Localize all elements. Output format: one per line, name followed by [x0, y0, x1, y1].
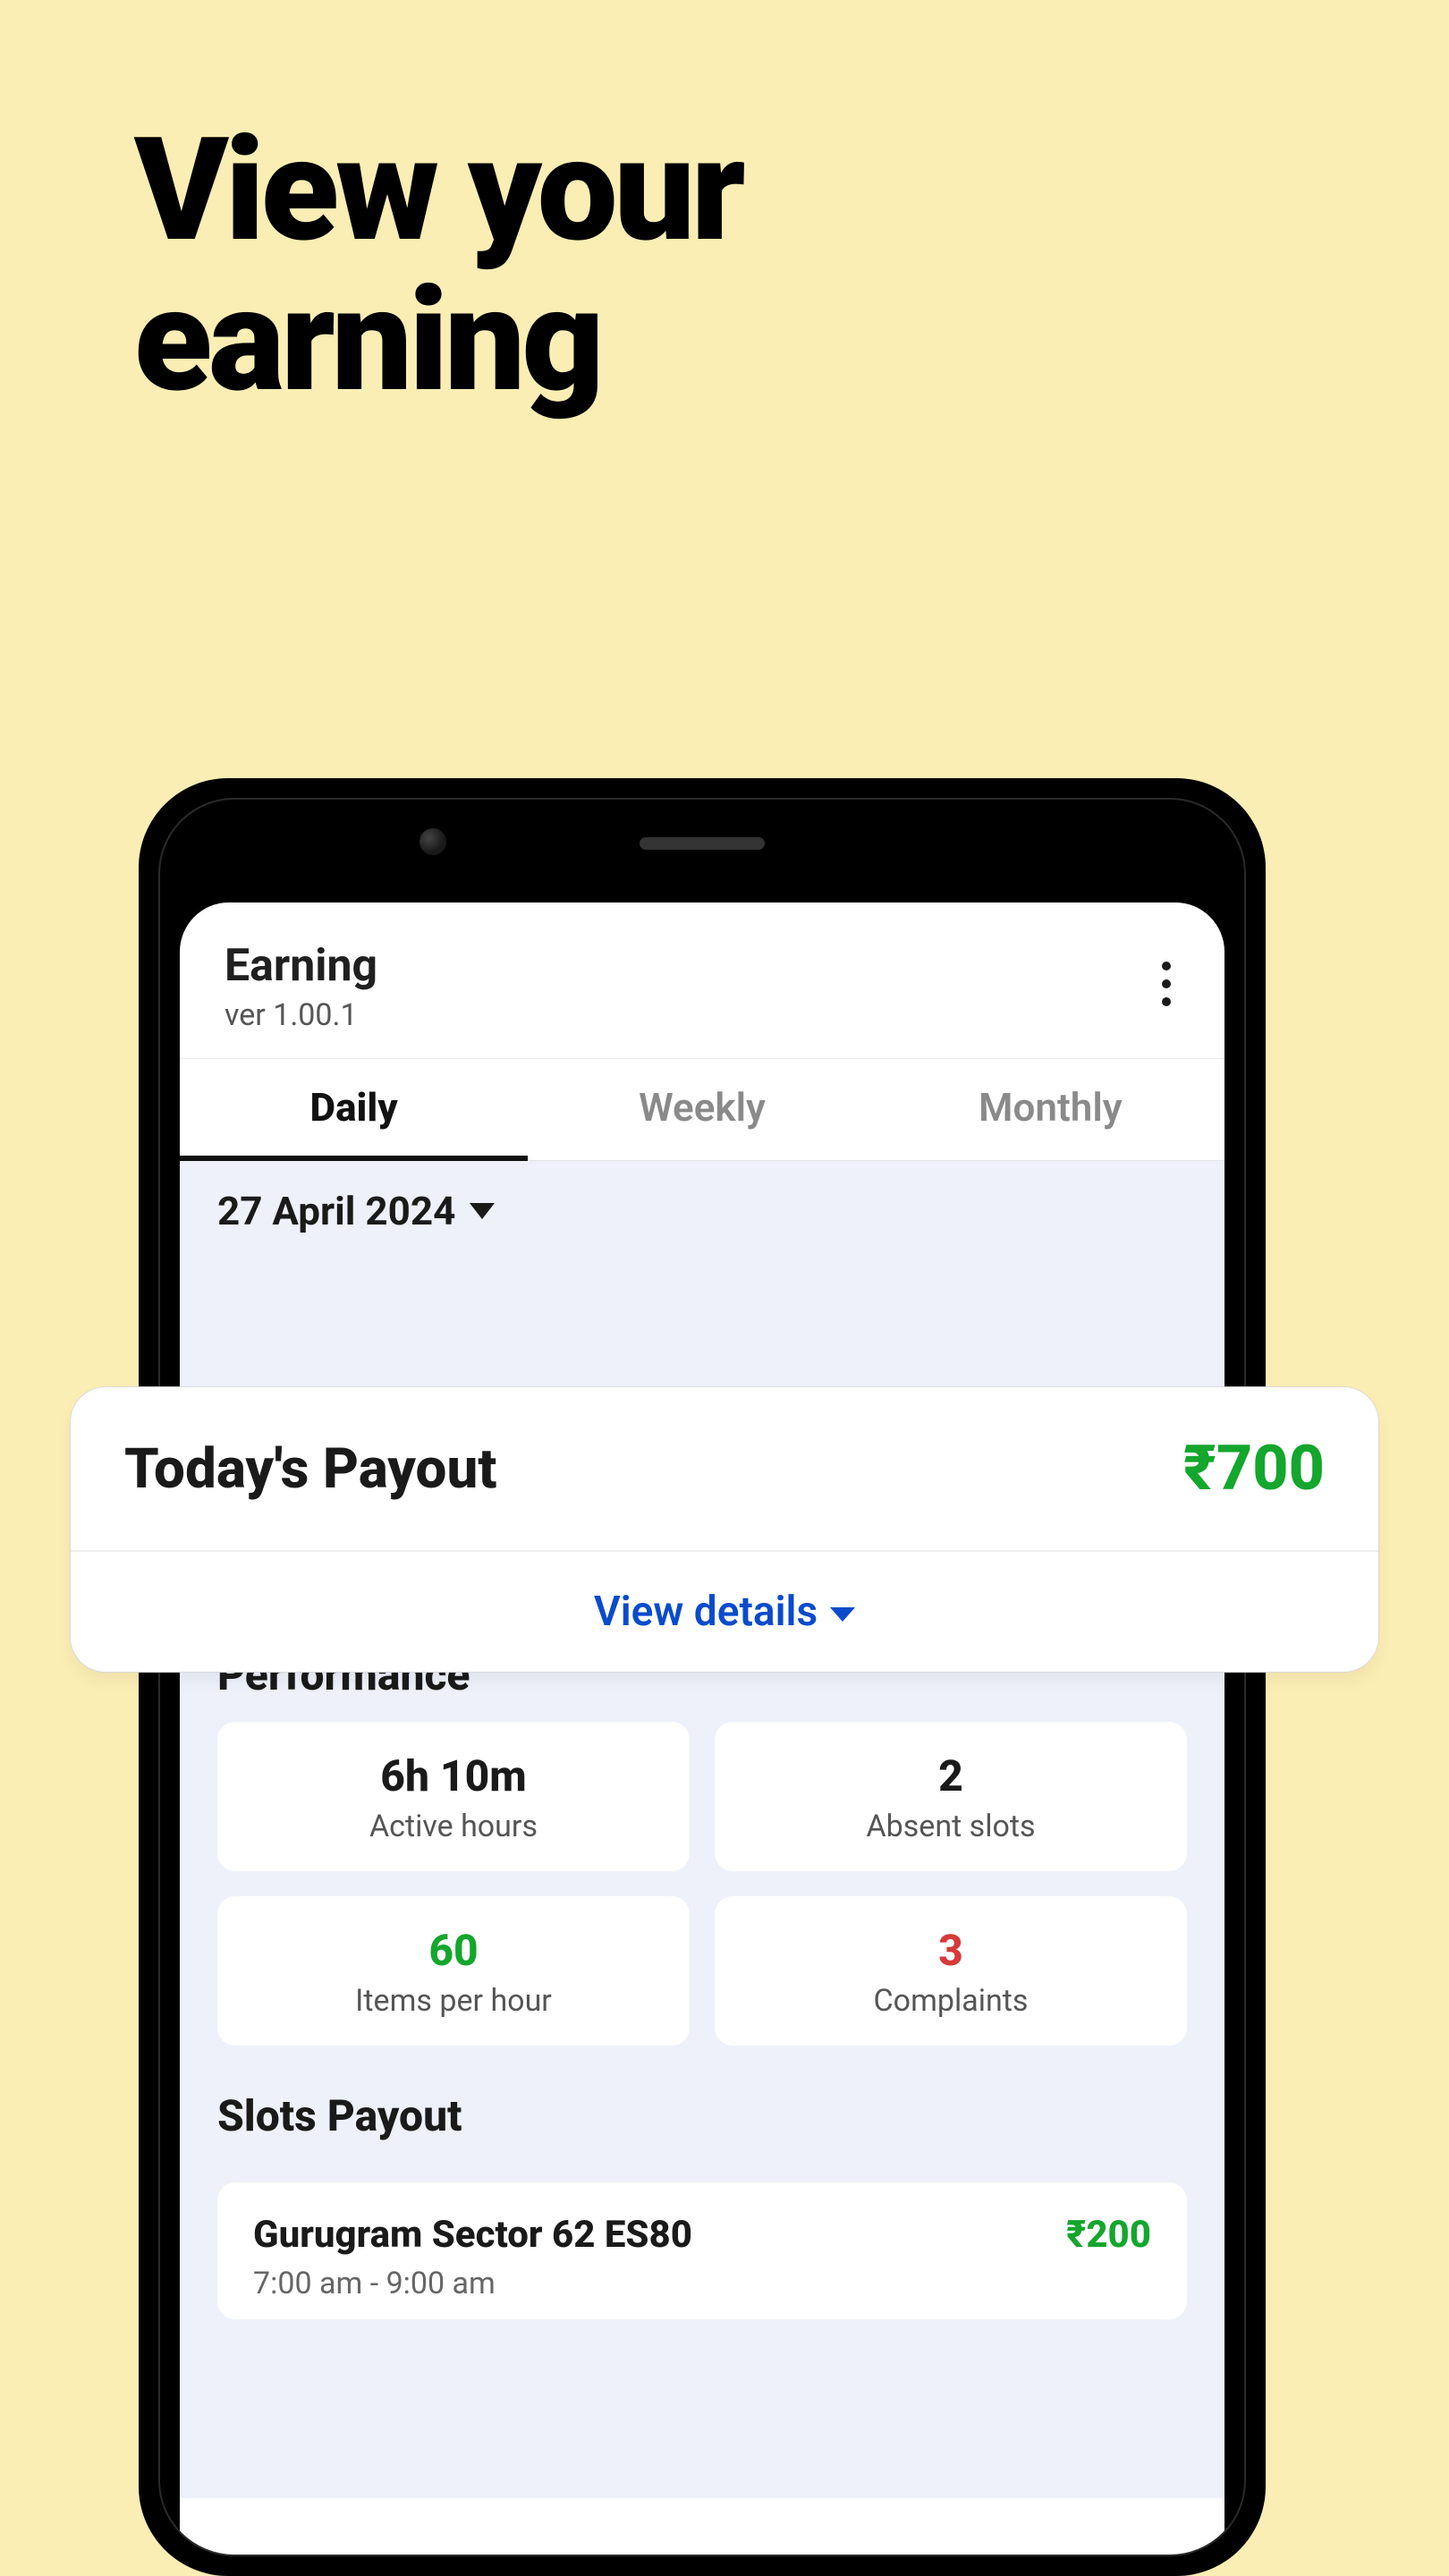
tab-weekly[interactable]: Weekly	[528, 1059, 876, 1160]
stat-label: Active hours	[226, 1809, 681, 1844]
slot-card[interactable]: Gurugram Sector 62 ES80 ₹200 7:00 am - 9…	[217, 2182, 1187, 2319]
caret-down-icon	[830, 1607, 855, 1622]
tab-daily[interactable]: Daily	[180, 1059, 528, 1161]
date-selector[interactable]: 27 April 2024	[180, 1161, 1224, 1259]
phone-frame-inner: Earning ver 1.00.1 Daily Weekly Monthly …	[158, 798, 1246, 2556]
stat-items-per-hour: 60 Items per hour	[217, 1896, 690, 2046]
date-selector-label: 27 April 2024	[217, 1188, 455, 1234]
stat-complaints: 3 Complaints	[715, 1896, 1187, 2046]
payout-amount: ₹700	[1183, 1432, 1325, 1505]
stat-value: 3	[724, 1925, 1178, 1976]
app-screen: Earning ver 1.00.1 Daily Weekly Monthly …	[180, 902, 1224, 2555]
stat-label: Items per hour	[226, 1983, 681, 2019]
stat-absent-slots: 2 Absent slots	[715, 1722, 1187, 1871]
app-version: ver 1.00.1	[225, 997, 377, 1033]
payout-label: Today's Payout	[124, 1436, 497, 1502]
payout-details-row: View details	[71, 1552, 1378, 1672]
tab-monthly[interactable]: Monthly	[877, 1059, 1224, 1160]
slot-time: 7:00 am - 9:00 am	[253, 2266, 1151, 2301]
stat-value: 2	[724, 1750, 1178, 1801]
stat-active-hours: 6h 10m Active hours	[217, 1722, 690, 1871]
phone-camera-icon	[419, 828, 446, 855]
payout-summary: Today's Payout ₹700	[71, 1387, 1378, 1552]
period-tabs: Daily Weekly Monthly	[180, 1059, 1224, 1161]
stat-label: Complaints	[724, 1983, 1178, 2019]
stat-value: 60	[226, 1925, 681, 1976]
slot-amount: ₹200	[1066, 2213, 1151, 2257]
slot-location: Gurugram Sector 62 ES80	[253, 2213, 692, 2257]
more-menu-icon[interactable]	[1153, 954, 1180, 1013]
stat-label: Absent slots	[724, 1809, 1178, 1844]
screen-body: 27 April 2024 Performance 6h 10m Active …	[180, 1161, 1224, 2498]
view-details-link[interactable]: View details	[594, 1588, 855, 1636]
payout-card: Today's Payout ₹700 View details	[70, 1386, 1379, 1673]
page-heading: View your earning	[134, 116, 742, 417]
stat-value: 6h 10m	[226, 1750, 681, 1801]
slots-payout-title: Slots Payout	[180, 2090, 1224, 2163]
app-title: Earning	[225, 940, 377, 992]
caret-down-icon	[470, 1203, 495, 1219]
view-details-label: View details	[594, 1588, 818, 1636]
phone-frame: Earning ver 1.00.1 Daily Weekly Monthly …	[139, 778, 1266, 2576]
performance-grid: 6h 10m Active hours 2 Absent slots 60 It…	[180, 1722, 1224, 2090]
phone-speaker	[640, 837, 765, 850]
app-header: Earning ver 1.00.1	[180, 902, 1224, 1059]
